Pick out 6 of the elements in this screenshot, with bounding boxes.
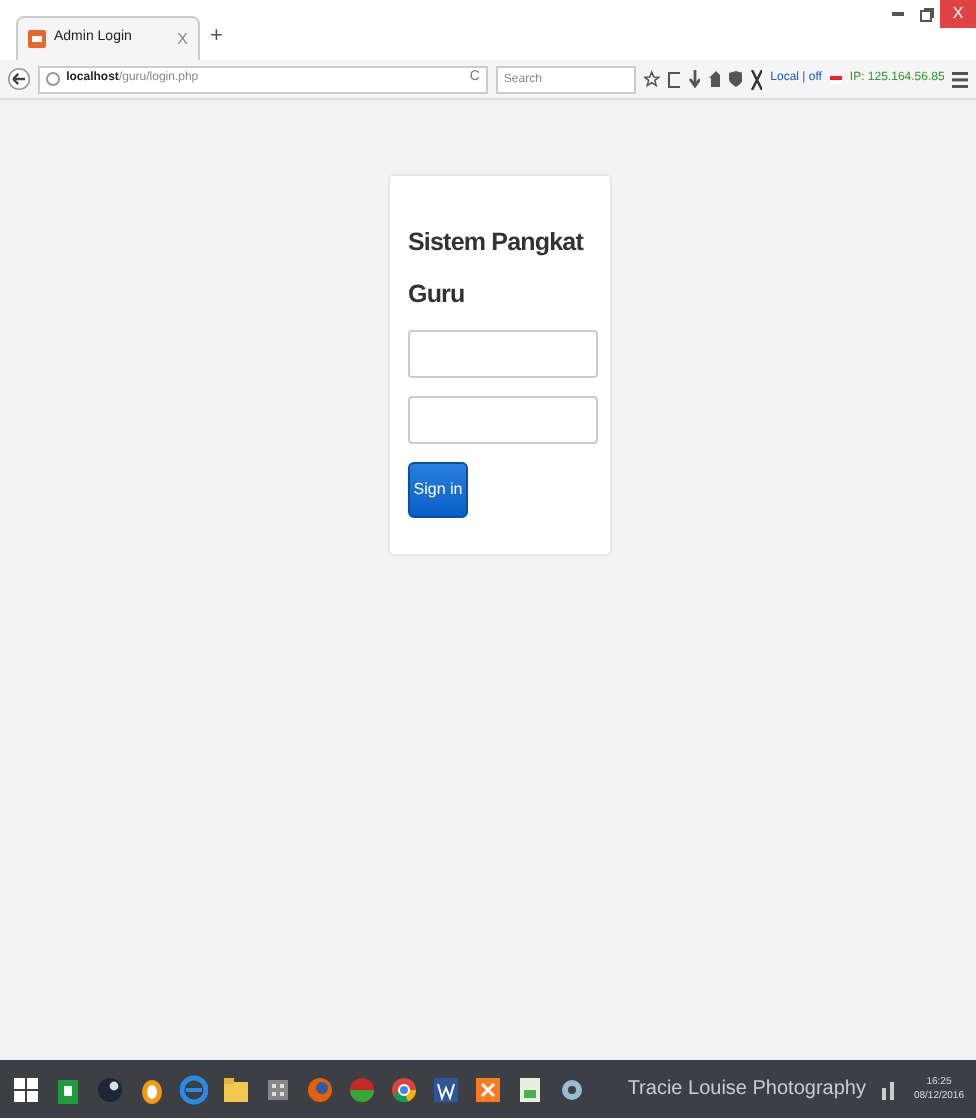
close-window-button[interactable]: X (940, 0, 976, 28)
close-tab-button[interactable]: X (177, 27, 188, 51)
sign-in-button[interactable]: Sign in (408, 462, 468, 518)
new-tab-button[interactable]: + (200, 19, 233, 60)
wallpaper-caption: Tracie Louise Photography (627, 1076, 866, 1104)
login-heading: Sistem Pangkat Guru (408, 226, 586, 312)
